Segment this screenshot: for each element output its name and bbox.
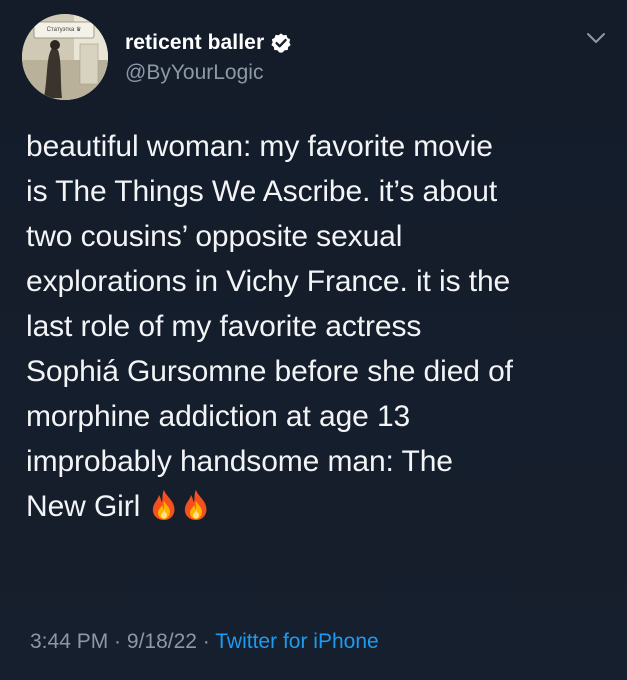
display-name[interactable]: reticent baller bbox=[125, 31, 264, 55]
tweet-line: two cousins’ opposite sexual bbox=[26, 220, 403, 253]
avatar-sign-text: Статуэтка ♛ bbox=[46, 27, 82, 33]
fire-emoji-icon bbox=[185, 490, 207, 520]
author-names: reticent baller @ByYourLogic bbox=[125, 28, 292, 85]
tweet-line: last role of my favorite actress bbox=[26, 310, 422, 343]
tweet-source-link[interactable]: Twitter for iPhone bbox=[215, 630, 378, 653]
chevron-down-icon[interactable] bbox=[586, 32, 606, 44]
tweet-line: Sophiá Gursomne before she died of bbox=[26, 355, 513, 388]
tweet-line-last: New Girl bbox=[26, 484, 606, 529]
tweet-line: New Girl bbox=[26, 490, 141, 523]
verified-badge-icon bbox=[271, 33, 291, 53]
avatar[interactable]: Статуэтка ♛ bbox=[22, 14, 108, 100]
tweet-line: morphine addiction at age 13 bbox=[26, 400, 411, 433]
tweet-line: improbably handsome man: The bbox=[26, 445, 453, 478]
tweet-card: Статуэтка ♛ reticent baller @ByYourLogic… bbox=[0, 0, 627, 680]
meta-separator: · bbox=[108, 630, 127, 653]
tweet-text: beautiful woman: my favorite movie is Th… bbox=[26, 124, 606, 529]
author-handle[interactable]: @ByYourLogic bbox=[125, 61, 292, 85]
fire-emoji-icon bbox=[153, 490, 175, 520]
tweet-line: is The Things We Ascribe. it’s about bbox=[26, 175, 498, 208]
tweet-header: Статуэтка ♛ reticent baller @ByYourLogic bbox=[22, 14, 612, 104]
meta-separator: · bbox=[196, 630, 216, 653]
tweet-time[interactable]: 3:44 PM bbox=[30, 630, 108, 653]
tweet-line: explorations in Vichy France. it is the bbox=[26, 265, 511, 298]
tweet-date[interactable]: 9/18/22 bbox=[127, 630, 197, 653]
display-name-row: reticent baller bbox=[125, 28, 292, 58]
tweet-line: beautiful woman: my favorite movie bbox=[26, 130, 493, 163]
tweet-metadata: 3:44 PM · 9/18/22 · Twitter for iPhone bbox=[30, 630, 379, 654]
